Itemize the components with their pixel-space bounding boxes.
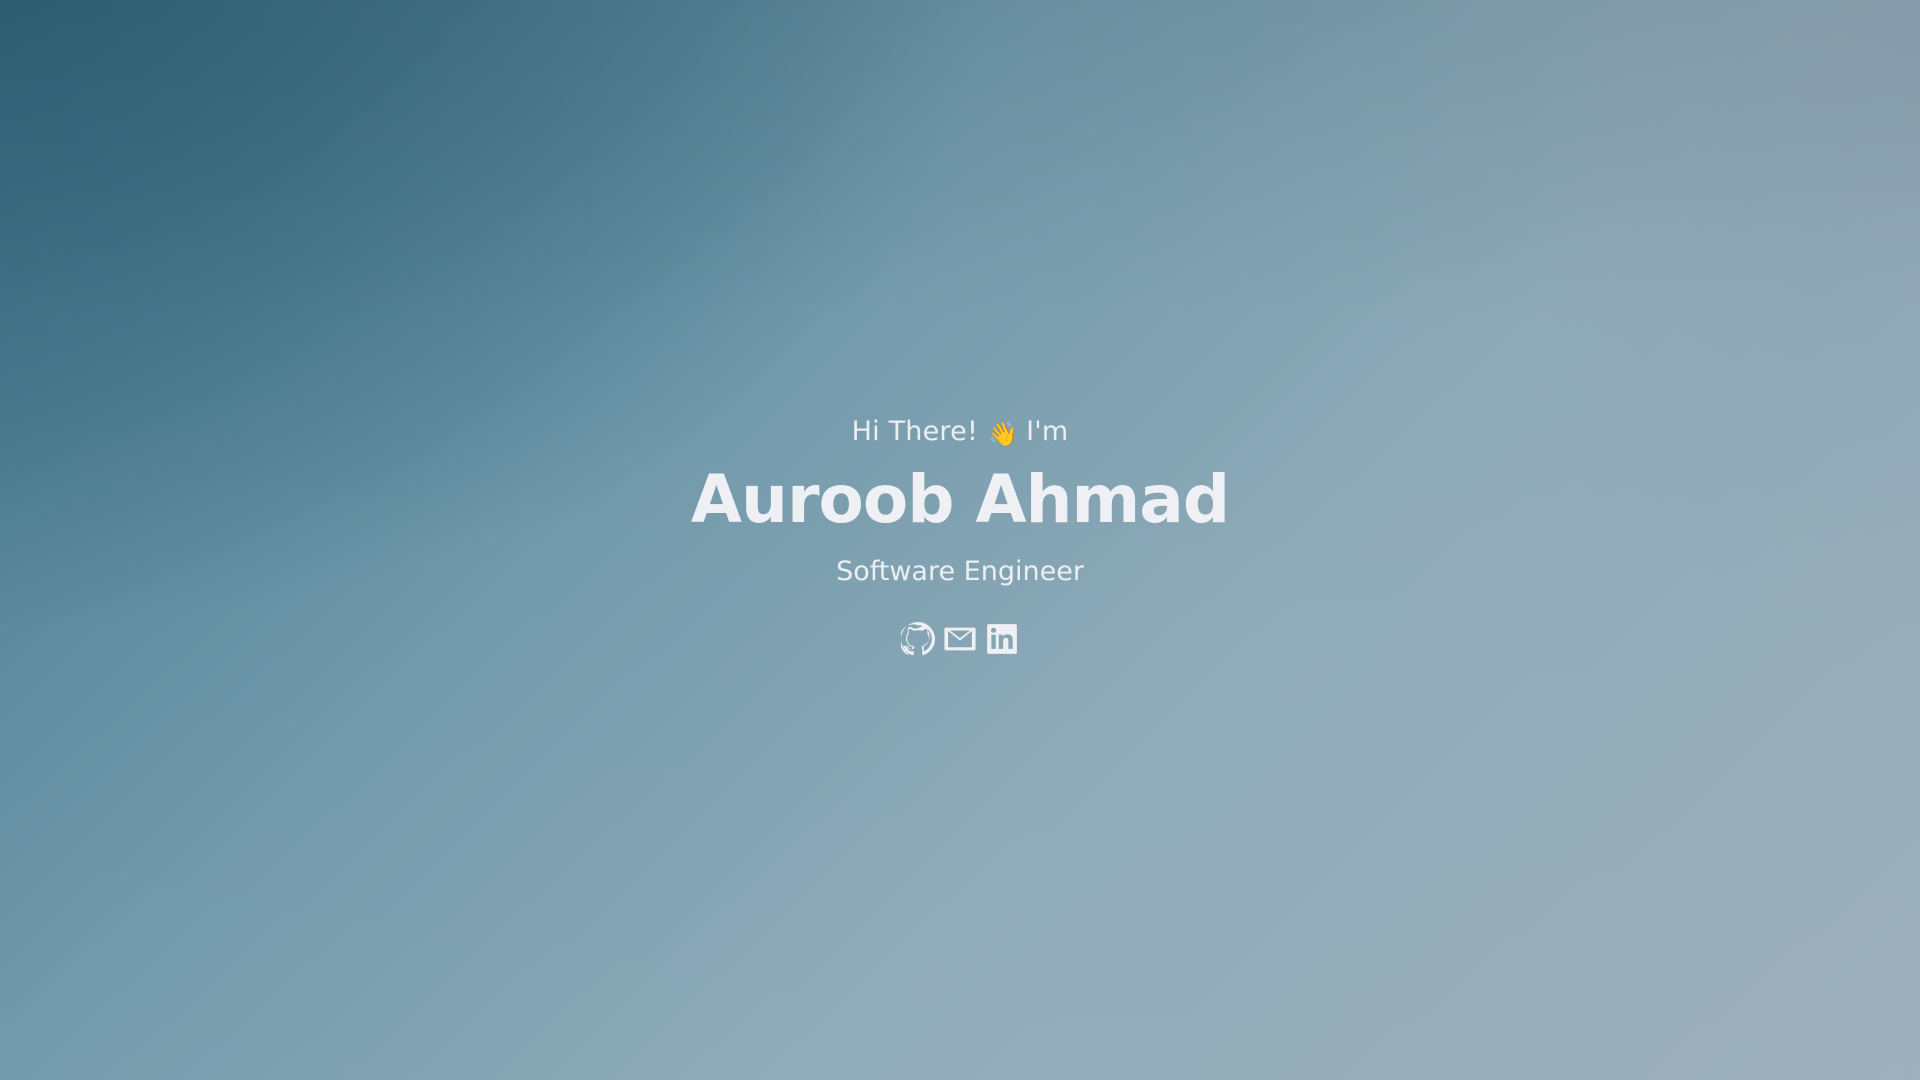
hero-role: Software Engineer — [836, 556, 1084, 587]
linkedin-link[interactable] — [985, 622, 1019, 656]
email-link[interactable] — [943, 622, 977, 656]
linkedin-icon — [987, 624, 1017, 654]
greeting-prefix: Hi There! — [851, 416, 978, 447]
github-link[interactable] — [901, 622, 935, 656]
mail-icon — [944, 627, 976, 651]
github-icon — [901, 622, 935, 656]
greeting: Hi There! 👋 I'm — [0, 412, 1920, 452]
hero-section: Hi There! 👋 I'm Auroob Ahmad Software Engi… — [0, 412, 1920, 656]
social-links — [0, 622, 1920, 656]
hero-name: Auroob Ahmad — [690, 461, 1230, 538]
greeting-suffix: I'm — [1026, 416, 1069, 447]
waving-hand-icon: 👋 — [987, 420, 1019, 448]
